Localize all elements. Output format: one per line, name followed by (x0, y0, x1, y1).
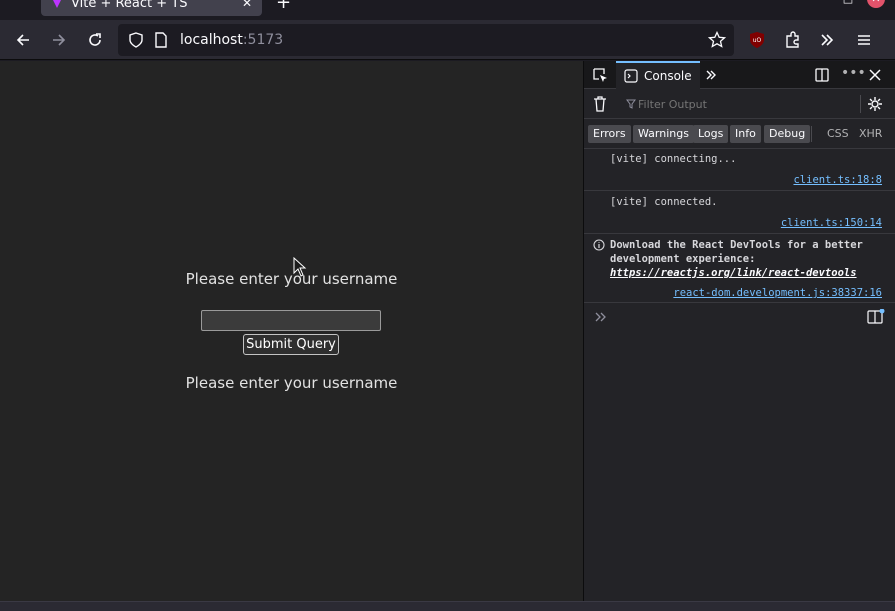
dock-side-icon[interactable] (814, 67, 830, 83)
tab-close-icon[interactable]: ✕ (242, 0, 252, 10)
browser-tab[interactable]: Vite + React + TS ✕ (41, 0, 262, 16)
more-tabs-chevron-icon[interactable] (704, 68, 718, 82)
new-tab-icon[interactable]: + (276, 0, 291, 13)
element-picker-icon[interactable] (592, 67, 608, 83)
react-devtools-link[interactable]: https://reactjs.org/link/react-devtools (610, 267, 857, 279)
message-text: [vite] connecting... (610, 153, 737, 165)
username-prompt-top: Please enter your username (185, 270, 398, 288)
ublock-extension-button[interactable]: uO (745, 28, 769, 52)
page-icon[interactable] (154, 32, 168, 48)
forward-button[interactable] (47, 28, 71, 52)
svg-text:uO: uO (753, 37, 762, 44)
message-source-link[interactable]: client.ts:18:8 (793, 174, 882, 186)
tab-console-label: Console (644, 69, 692, 83)
message-text: Download the React DevTools for a better… (610, 239, 863, 279)
app-menu-button[interactable] (852, 28, 876, 52)
bottom-edge (0, 601, 895, 611)
console-icon (624, 69, 638, 83)
tab-strip: Vite + React + TS ✕ + – □ ✕ (0, 0, 895, 20)
message-text: [vite] connected. (610, 196, 718, 208)
console-prompt-chevron-icon (595, 312, 606, 322)
url-bar[interactable]: localhost:5173 (118, 24, 734, 56)
level-logs-button[interactable]: Logs (693, 125, 729, 143)
editor-mode-icon[interactable] (867, 309, 885, 325)
filter-css-button[interactable]: CSS (827, 125, 849, 143)
level-debug-button[interactable]: Debug (764, 125, 811, 143)
devtools-close-icon[interactable] (868, 68, 882, 82)
forward-arrow-icon (53, 34, 66, 46)
console-settings-gear-icon[interactable] (867, 96, 883, 112)
reload-button[interactable] (83, 28, 107, 52)
message-source-link[interactable]: client.ts:150:14 (781, 217, 882, 229)
log-level-filters: Errors Warnings Logs Info Debug CSS XHR (584, 119, 895, 149)
ublock-icon: uO (750, 32, 764, 48)
console-message: [vite] connected. client.ts:150:14 (584, 192, 895, 234)
console-filter-bar (584, 89, 895, 119)
username-input[interactable] (201, 310, 381, 331)
hamburger-menu-icon (858, 35, 870, 45)
submit-query-button[interactable]: Submit Query (243, 334, 339, 355)
level-divider (811, 126, 812, 142)
filter-output-input[interactable] (622, 95, 858, 113)
devtools-panel: Console ••• Filter Output Errors Warning… (583, 61, 895, 601)
tab-title: Vite + React + TS (71, 0, 188, 11)
username-prompt-bottom: Please enter your username (185, 374, 398, 392)
window-close-icon[interactable]: ✕ (867, 0, 885, 8)
console-message: [vite] connecting... client.ts:18:8 (584, 149, 895, 191)
maximize-icon[interactable]: □ (839, 0, 857, 8)
devtools-toolbar: Console ••• (584, 61, 895, 89)
extensions-button[interactable] (781, 28, 805, 52)
window-controls: – □ ✕ (811, 0, 885, 8)
message-source-link[interactable]: react-dom.development.js:38337:16 (673, 287, 882, 299)
level-info-button[interactable]: Info (730, 125, 761, 143)
mouse-cursor-icon (293, 257, 307, 277)
level-warnings-button[interactable]: Warnings (633, 125, 694, 143)
shield-icon[interactable] (128, 32, 144, 48)
console-input-row[interactable] (584, 304, 895, 328)
chevron-double-right-icon (821, 34, 834, 46)
overflow-menu-button[interactable] (815, 28, 839, 52)
console-info-message: Download the React DevTools for a better… (584, 235, 895, 303)
page-viewport: Please enter your username Submit Query … (0, 61, 583, 611)
info-icon (593, 239, 605, 251)
bookmark-star-icon[interactable] (708, 31, 726, 49)
minimize-icon[interactable]: – (811, 0, 829, 8)
nav-bar: localhost:5173 uO (0, 20, 895, 60)
trash-icon[interactable] (593, 96, 607, 112)
filter-divider (860, 95, 861, 113)
level-errors-button[interactable]: Errors (588, 125, 631, 143)
puzzle-icon (786, 31, 799, 48)
back-arrow-icon (16, 34, 29, 46)
reload-icon (89, 33, 101, 46)
filter-xhr-button[interactable]: XHR (859, 125, 882, 143)
url-text[interactable]: localhost:5173 (180, 32, 283, 48)
vite-favicon-icon (53, 0, 61, 8)
tab-console[interactable]: Console (616, 61, 700, 89)
back-button[interactable] (11, 28, 35, 52)
devtools-options-icon[interactable]: ••• (841, 65, 866, 81)
